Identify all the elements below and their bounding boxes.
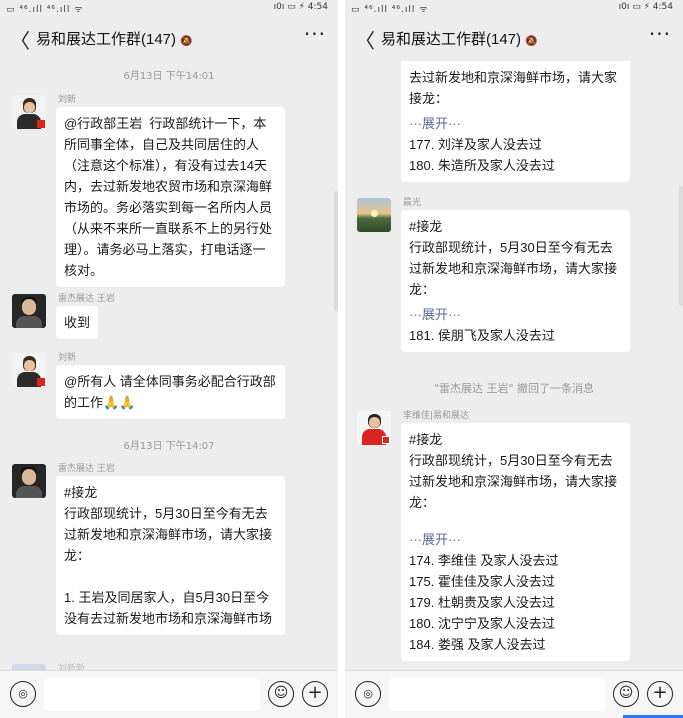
message-bubble[interactable]: 去过新发地和京深海鲜市场，请大家接龙： ···展开··· 177. 刘洋及家人没去过… bbox=[401, 61, 630, 182]
message-text: 去过新发地和京深海鲜市场，请大家接龙： bbox=[409, 70, 618, 106]
more-options-icon[interactable]: ··· bbox=[649, 22, 671, 46]
back-icon[interactable]: 〈 bbox=[10, 25, 30, 54]
message-bubble[interactable]: 收到 bbox=[56, 306, 99, 339]
status-bar: ▭ ⁴⁶.ıll ⁴⁶.ıll ᯤ ı0ı ▭ ⚡ 4:54 bbox=[0, 0, 338, 16]
message-list[interactable]: 去过新发地和京深海鲜市场，请大家接龙： ···展开··· 177. 刘洋及家人没去过… bbox=[345, 61, 683, 670]
group-title-text: 易和展达工作群(147) bbox=[36, 31, 177, 48]
expand-link[interactable]: ···展开··· bbox=[409, 113, 622, 134]
expand-link[interactable]: ···展开··· bbox=[409, 529, 622, 550]
avatar[interactable] bbox=[12, 464, 46, 498]
avatar[interactable] bbox=[12, 353, 46, 387]
sender-name: 刘新 bbox=[58, 95, 77, 105]
status-bar: ▭ ⁴⁶.ıll ⁴⁶.ıll ᯤ ı0ı ▭ ⚡ 4:54 bbox=[345, 0, 683, 16]
mute-icon: 🔕 bbox=[180, 36, 193, 47]
sender-name: 晨光 bbox=[403, 198, 422, 208]
group-title: 易和展达工作群(147) 🔕 bbox=[36, 28, 192, 49]
sender-name: 雷杰展达 王岩 bbox=[58, 464, 115, 474]
plus-icon[interactable]: + bbox=[647, 681, 673, 707]
relay-entry: 174. 李维佳 及家人没去过 bbox=[409, 553, 559, 568]
sender-name: 刘新 bbox=[58, 353, 77, 363]
voice-icon[interactable]: ◎ bbox=[355, 681, 381, 707]
sender-name: 李维佳|易和展达 bbox=[403, 411, 470, 421]
message-bubble[interactable]: #接龙 行政部现统计，5月30日至今有无去过新发地和京深海鲜市场，请大家接龙： ·… bbox=[401, 210, 630, 352]
relay-entry: 180. 朱造所及家人没去过 bbox=[409, 158, 555, 173]
message-bubble[interactable]: @行政部王岩 行政部统计一下，本所同事全体，自己及共同居住的人（注意这个标准），… bbox=[56, 107, 285, 287]
message-bubble[interactable]: #接龙 行政部现统计，5月30日至今有无去过新发地和京深海鲜市场，请大家接龙： … bbox=[56, 476, 285, 635]
sender-name: 刘新新 bbox=[58, 664, 86, 670]
avatar[interactable] bbox=[357, 198, 391, 232]
system-status: ı0ı ▭ ⚡ 4:54 bbox=[618, 2, 673, 12]
chat-screen-right: ▭ ⁴⁶.ıll ⁴⁶.ıll ᯤ ı0ı ▭ ⚡ 4:54 〈 易和展达工作群… bbox=[345, 0, 683, 718]
message-bubble[interactable]: @所有人 请全体同事务必配合行政部的工作🙏🙏 bbox=[56, 365, 285, 419]
scroll-indicator[interactable] bbox=[334, 191, 338, 311]
relay-entry: 181. 侯朋飞及家人没去过 bbox=[409, 328, 555, 343]
signal-icons: ▭ ⁴⁶.ıll ⁴⁶.ıll ᯤ bbox=[351, 5, 429, 15]
avatar[interactable] bbox=[357, 411, 391, 445]
more-options-icon[interactable]: ··· bbox=[304, 22, 326, 46]
voice-icon[interactable]: ◎ bbox=[10, 681, 36, 707]
relay-entry: 180. 沈宁宁及家人没去过 bbox=[409, 616, 555, 631]
group-title-text: 易和展达工作群(147) bbox=[381, 31, 522, 48]
signal-icons: ▭ ⁴⁶.ıll ⁴⁶.ıll ᯤ bbox=[6, 5, 84, 15]
chat-screen-left: ▭ ⁴⁶.ıll ⁴⁶.ıll ᯤ ı0ı ▭ ⚡ 4:54 〈 易和展达工作群… bbox=[0, 0, 338, 718]
relay-entry: 184. 娄强 及家人没去过 bbox=[409, 637, 546, 652]
message-bubble[interactable]: #接龙 行政部现统计，5月30日至今有无去过新发地和京深海鲜市场，请大家接龙： ·… bbox=[401, 423, 630, 661]
message-text: #接龙 行政部现统计，5月30日至今有无去过新发地和京深海鲜市场，请大家接龙： bbox=[409, 219, 618, 297]
timestamp: 6月13日 下午14:07 bbox=[123, 441, 215, 452]
back-icon[interactable]: 〈 bbox=[355, 25, 375, 54]
group-title: 易和展达工作群(147) 🔕 bbox=[381, 28, 537, 49]
scroll-indicator[interactable] bbox=[679, 186, 683, 306]
timestamp: 6月13日 下午14:01 bbox=[123, 71, 215, 82]
sender-name: 雷杰展达 王岩 bbox=[58, 294, 115, 304]
avatar[interactable] bbox=[12, 95, 46, 129]
emoji-icon[interactable]: ☺ bbox=[268, 681, 294, 707]
avatar[interactable] bbox=[12, 294, 46, 328]
message-text: #接龙 行政部现统计，5月30日至今有无去过新发地和京深海鲜市场，请大家接龙： bbox=[409, 432, 618, 510]
relay-entry: 177. 刘洋及家人没去过 bbox=[409, 137, 542, 152]
relay-entry: 179. 杜朝贵及家人没去过 bbox=[409, 595, 555, 610]
message-input[interactable] bbox=[389, 678, 605, 711]
relay-entry: 175. 霍佳佳及家人没去过 bbox=[409, 574, 555, 589]
emoji-icon[interactable]: ☺ bbox=[613, 681, 639, 707]
message-list[interactable]: 6月13日 下午14:01 刘新 @行政部王岩 行政部统计一下，本所同事全体，自… bbox=[0, 61, 338, 670]
input-bar: ◎ ☺ + bbox=[0, 670, 338, 718]
plus-icon[interactable]: + bbox=[302, 681, 328, 707]
system-status: ı0ı ▭ ⚡ 4:54 bbox=[273, 2, 328, 12]
recall-notice: "雷杰展达 王岩" 撤回了一条消息 bbox=[433, 382, 595, 395]
mute-icon: 🔕 bbox=[525, 36, 538, 47]
expand-link[interactable]: ···展开··· bbox=[409, 304, 622, 325]
chat-header: 〈 易和展达工作群(147) 🔕 ··· bbox=[345, 16, 683, 61]
input-bar: ◎ ☺ + bbox=[345, 670, 683, 718]
message-input[interactable] bbox=[44, 678, 260, 711]
chat-header: 〈 易和展达工作群(147) 🔕 ··· bbox=[0, 16, 338, 61]
